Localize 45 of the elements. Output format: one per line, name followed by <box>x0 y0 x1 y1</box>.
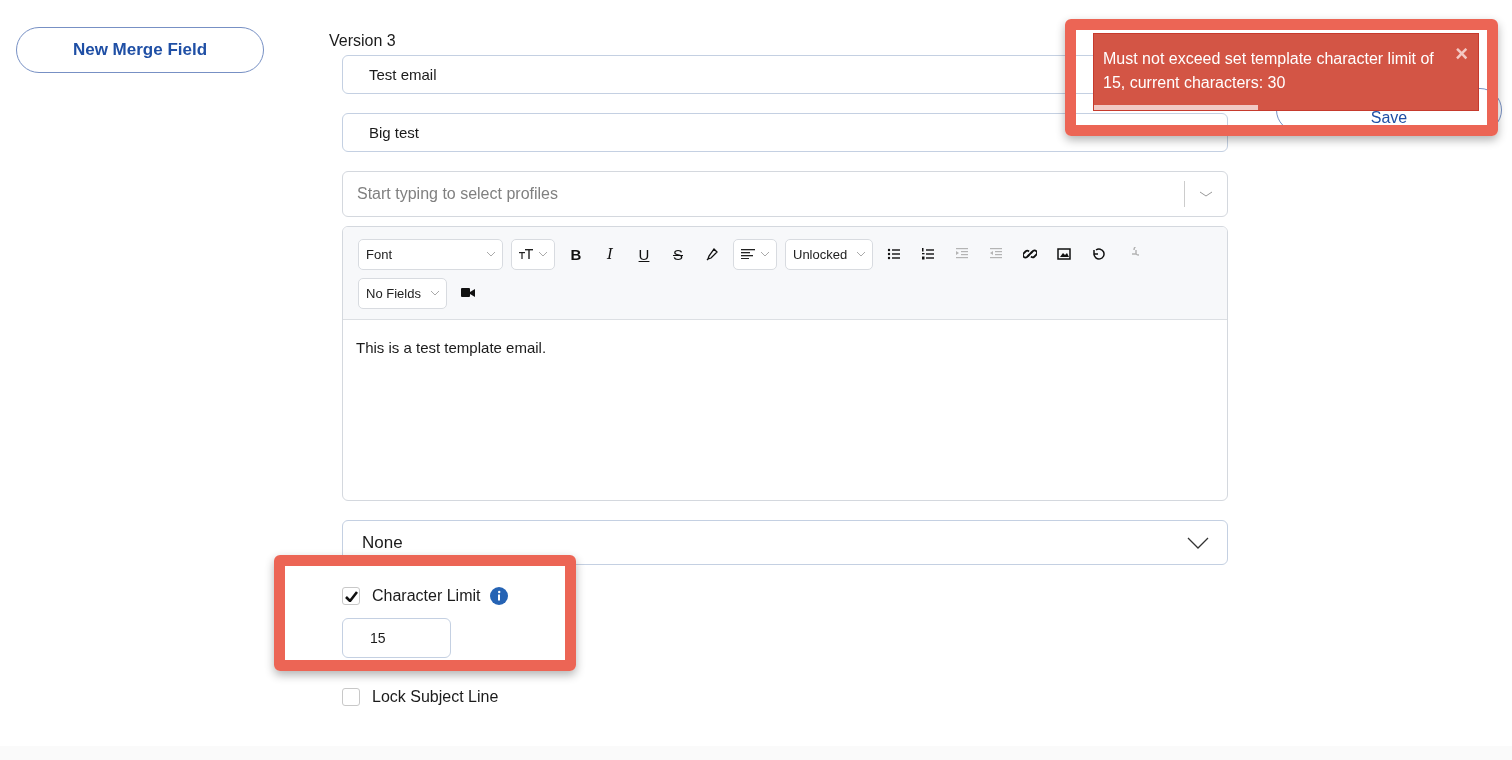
select-value: None <box>362 532 403 553</box>
toolbar-select[interactable]: Unlocked <box>785 238 873 270</box>
link-icon[interactable] <box>1023 247 1037 261</box>
checkbox-label: Character Limit <box>372 586 481 606</box>
italic-button[interactable]: I <box>597 241 623 267</box>
checkbox-label: Lock Subject Line <box>372 687 499 707</box>
info-icon <box>490 587 509 605</box>
select-label: Unlocked <box>793 246 848 262</box>
checkbox[interactable] <box>342 587 360 605</box>
video-camera-icon[interactable] <box>461 286 475 300</box>
version-label: Version 3 <box>329 31 397 50</box>
chevron-down-icon <box>760 251 770 257</box>
alignment-select[interactable] <box>733 238 777 270</box>
chevron-down-icon <box>486 251 496 257</box>
bulleted-list-icon[interactable] <box>887 247 901 261</box>
new-merge-field-button[interactable]: New Merge Field <box>16 27 264 73</box>
text-size-select[interactable] <box>511 238 555 270</box>
chevron-down-icon <box>1199 191 1213 197</box>
profiles-select[interactable]: Start typing to select profiles <box>342 171 1228 217</box>
chevron-down-icon <box>856 251 866 257</box>
chevron-down-icon <box>1187 536 1209 549</box>
select-label: Font <box>366 246 392 262</box>
chevron-down-icon <box>538 251 548 257</box>
toolbar-select[interactable]: Font <box>358 238 503 270</box>
checkbox[interactable] <box>342 688 360 706</box>
highlighter-icon[interactable] <box>705 247 719 261</box>
underline-button[interactable]: U <box>631 241 657 267</box>
image-icon[interactable] <box>1057 247 1071 261</box>
subject-field[interactable]: Big test <box>342 113 1228 152</box>
text-size-icon <box>519 249 533 259</box>
type-select[interactable]: None <box>342 520 1228 565</box>
align-left-icon <box>741 249 755 259</box>
field-value: Test email <box>369 66 437 83</box>
toolbar-select[interactable]: No Fields <box>358 277 447 309</box>
field-value: Big test <box>369 124 420 141</box>
select-label: No Fields <box>366 285 421 301</box>
character-limit-field[interactable]: 15 <box>342 618 451 658</box>
chevron-down-icon <box>430 290 440 296</box>
undo-icon[interactable] <box>1091 247 1105 261</box>
editor-body-text[interactable]: This is a test template email. <box>343 320 1227 500</box>
strike-button[interactable]: S <box>665 241 691 267</box>
profiles-search-field[interactable]: Start typing to select profiles <box>355 184 1184 204</box>
numbered-list-icon[interactable] <box>921 247 935 261</box>
field-value: 15 <box>370 630 386 646</box>
bold-button[interactable]: B <box>563 241 589 267</box>
